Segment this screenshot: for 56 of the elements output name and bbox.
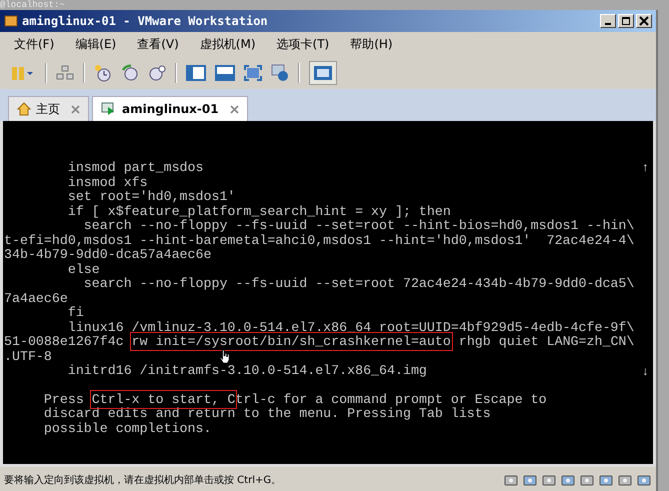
console-view-icon[interactable] bbox=[309, 61, 337, 85]
terminal-text: @localhost:~ bbox=[0, 0, 65, 10]
tab[interactable]: 主页 bbox=[8, 96, 89, 121]
console-text: linux16 /vmlinuz-3.10.0-514.el7.x86_64 root=UUID=4bf929d5-4edb-4cfe-9f\ bbox=[66, 320, 634, 334]
console-text: trl-c for a command prompt or Escape to bbox=[235, 392, 547, 406]
console-text: 7a4aec6e bbox=[4, 290, 68, 306]
minimize-button[interactable] bbox=[600, 14, 616, 28]
console-text: 34b-4b79-9dd0-dca57a4aec6e bbox=[4, 247, 212, 262]
status-text: 要将输入定向到该虚拟机，请在虚拟机内部单击或按 Ctrl+G。 bbox=[4, 474, 282, 487]
console-text: if [ x$feature_platform_search_hint = xy ]; then bbox=[66, 204, 451, 218]
maximize-button[interactable] bbox=[618, 14, 634, 28]
console-text: insmod xfs bbox=[66, 174, 148, 190]
close-icon[interactable] bbox=[230, 104, 239, 114]
console-text: search --no-floppy --fs-uuid --set=root 72ac4e24-434b-4b79-9dd0-dca5\ bbox=[82, 276, 634, 291]
console-text: initrd16 /initramfs-3.10.0-514.el7.x86_64.img bbox=[66, 363, 427, 378]
snapshot-icon[interactable] bbox=[94, 64, 112, 82]
unity-icon[interactable] bbox=[271, 64, 289, 82]
tab[interactable]: aminglinux-01 bbox=[92, 96, 248, 121]
console-text: fi bbox=[66, 305, 84, 320]
thumbnail-bar-icon[interactable] bbox=[215, 65, 235, 81]
app-icon bbox=[4, 14, 18, 28]
home-icon bbox=[17, 102, 31, 116]
console-text: 51-0088e1267f4c bbox=[4, 334, 125, 349]
console-text: insmod part_msdos bbox=[66, 160, 204, 175]
revert-icon[interactable] bbox=[121, 64, 139, 82]
console-text: rhgb quiet LANG=zh_CN\ bbox=[458, 334, 634, 349]
maximize-icon bbox=[621, 16, 631, 26]
console-text: else bbox=[66, 262, 100, 276]
minimize-icon bbox=[605, 23, 611, 25]
snapshot-manager-icon[interactable] bbox=[148, 64, 166, 82]
fullscreen-icon[interactable] bbox=[244, 65, 262, 81]
menu-item[interactable]: 文件(F) bbox=[14, 36, 54, 53]
scroll-up-arrow: ↑ bbox=[642, 161, 649, 175]
window-title: aminglinux-01 - VMware Workstation bbox=[22, 14, 268, 28]
console-text: rw init=/sysroot/bin/sh_crashkernel=auto bbox=[132, 334, 451, 349]
console-text: .UTF-8 bbox=[4, 348, 52, 364]
console-text: possible completions. bbox=[42, 420, 212, 436]
menu-item[interactable]: 帮助(H) bbox=[350, 36, 393, 53]
vm-console[interactable] bbox=[0, 121, 656, 467]
sidebar-icon[interactable] bbox=[186, 65, 206, 81]
console-text: discard edits and return to the menu. Pressing Tab lists bbox=[42, 406, 491, 421]
console-text: search --no-floppy --fs-uuid --set=root --hint-bios=hd0,msdos1 --hin\ bbox=[82, 218, 634, 233]
close-icon[interactable] bbox=[71, 104, 80, 114]
scroll-down-arrow: ↓ bbox=[642, 365, 649, 379]
menu-item[interactable]: 编辑(E) bbox=[75, 36, 116, 53]
menu-item[interactable]: 虚拟机(M) bbox=[200, 36, 256, 53]
menu-item[interactable]: 选项卡(T) bbox=[276, 36, 330, 53]
hand-cursor-icon bbox=[218, 349, 232, 364]
console-text: set root='hd0,msdos1' bbox=[66, 189, 236, 204]
console-text: t-efi=hd0,msdos1 --hint-baremetal=ahci0,msdos1 --hint='hd0,msdos1' 72ac4e24-4\ bbox=[4, 232, 634, 248]
menu-item[interactable]: 查看(V) bbox=[137, 36, 179, 53]
close-icon bbox=[639, 16, 649, 26]
close-button[interactable] bbox=[636, 14, 652, 28]
console-text: Press bbox=[42, 392, 85, 406]
network-icon[interactable] bbox=[56, 64, 74, 82]
console-text: Ctrl-x to start, C bbox=[92, 392, 236, 406]
